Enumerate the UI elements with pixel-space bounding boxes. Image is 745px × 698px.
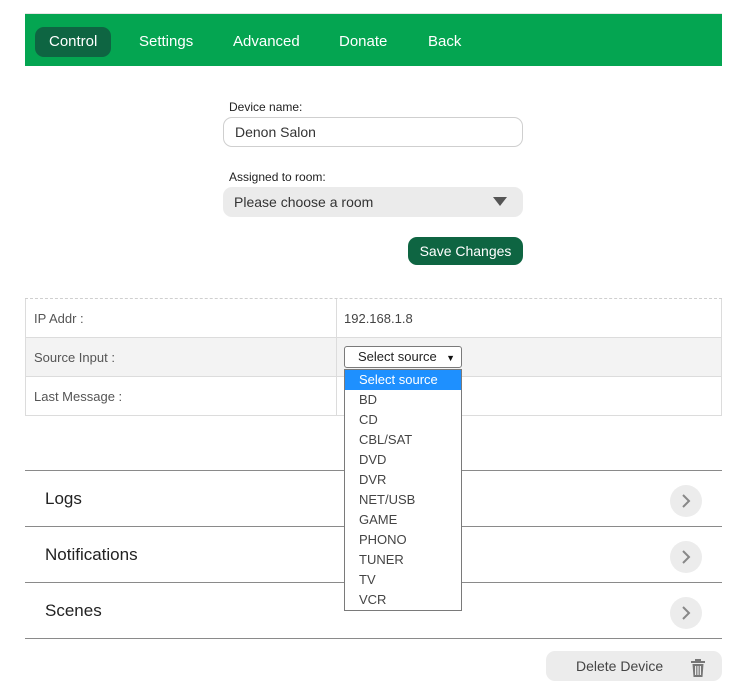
source-option-phono[interactable]: PHONO [345,530,461,550]
nav-donate[interactable]: Donate [325,27,401,57]
ip-addr-label: IP Addr : [34,311,84,326]
delete-device-button[interactable]: Delete Device [546,651,722,681]
source-option-vcr[interactable]: VCR [345,590,461,610]
source-option-dvd[interactable]: DVD [345,450,461,470]
section-divider [25,638,722,639]
section-scenes-title: Scenes [45,601,102,620]
delete-device-label: Delete Device [576,658,664,674]
nav-back[interactable]: Back [414,27,475,57]
room-label: Assigned to room: [229,170,326,184]
last-message-label: Last Message : [34,389,123,404]
nav-bar: Control Settings Advanced Donate Back [25,14,722,66]
source-option-tv[interactable]: TV [345,570,461,590]
chevron-right-icon[interactable] [670,597,702,629]
source-option-dvr[interactable]: DVR [345,470,461,490]
source-option-bd[interactable]: BD [345,390,461,410]
save-changes-button[interactable]: Save Changes [408,237,523,265]
ip-addr-value: 192.168.1.8 [344,311,413,326]
chevron-right-icon[interactable] [670,485,702,517]
column-divider [336,377,337,415]
triangle-down-icon: ▼ [446,353,455,363]
source-option-select-source[interactable]: Select source [345,370,461,390]
source-option-cd[interactable]: CD [345,410,461,430]
source-input-label: Source Input : [34,350,115,365]
device-name-label: Device name: [229,100,303,114]
source-input-select[interactable]: Select source ▼ [344,346,462,368]
source-option-net-usb[interactable]: NET/USB [345,490,461,510]
info-row-ip: IP Addr : 192.168.1.8 [25,299,722,338]
chevron-right-icon[interactable] [670,541,702,573]
source-option-game[interactable]: GAME [345,510,461,530]
nav-control[interactable]: Control [35,27,112,57]
section-notifications-title: Notifications [45,545,138,564]
column-divider [336,299,337,337]
trash-icon [690,657,706,687]
source-option-tuner[interactable]: TUNER [345,550,461,570]
source-select-value: Select source [358,349,437,364]
section-logs-title: Logs [45,489,82,508]
nav-settings[interactable]: Settings [125,27,207,57]
nav-advanced[interactable]: Advanced [219,27,314,57]
column-divider [336,338,337,376]
room-select[interactable]: Please choose a room [223,187,523,217]
source-option-cbl-sat[interactable]: CBL/SAT [345,430,461,450]
chevron-down-icon [493,197,507,206]
source-dropdown-list: Select source BD CD CBL/SAT DVD DVR NET/… [344,369,462,611]
room-select-value: Please choose a room [234,194,374,210]
device-name-field[interactable]: Denon Salon [223,117,523,147]
